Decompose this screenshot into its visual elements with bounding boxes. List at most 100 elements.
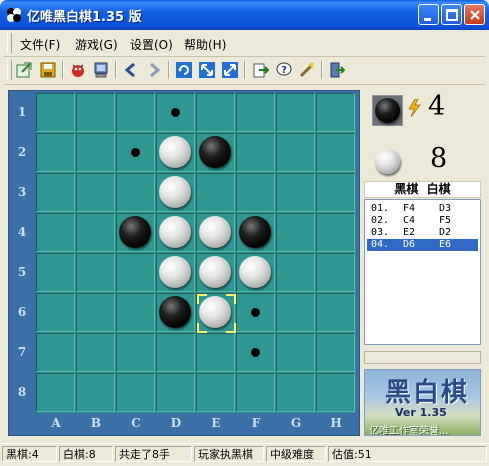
toolbar-separator <box>168 61 170 79</box>
black-piece <box>159 296 191 328</box>
board-cell[interactable] <box>316 333 355 372</box>
title-bar[interactable]: 亿唯黑白棋1.35 版 <box>0 0 489 30</box>
board-cell[interactable] <box>316 293 355 332</box>
turn-indicator-icon <box>408 99 421 117</box>
board-cell[interactable] <box>116 333 155 372</box>
board-cell[interactable] <box>196 93 235 132</box>
move-list-item[interactable]: 02. C4 F5 <box>367 215 478 227</box>
board-cell[interactable] <box>236 373 275 412</box>
menu-help[interactable]: 帮助(H) <box>184 36 226 53</box>
board-cell[interactable] <box>236 93 275 132</box>
board-cell[interactable] <box>76 333 115 372</box>
status-bar: 黑棋:4 白棋:8 共走了8手 玩家执黑棋 中级难度 估值:51 <box>0 443 489 466</box>
white-piece-icon <box>375 149 400 174</box>
row-label: 5 <box>17 265 27 279</box>
board-cell[interactable] <box>316 253 355 292</box>
board-cell[interactable] <box>116 173 155 212</box>
board-cell[interactable] <box>276 253 315 292</box>
legal-move-hint[interactable] <box>251 348 260 357</box>
legal-move-hint[interactable] <box>131 148 140 157</box>
menu-file[interactable]: 文件(F) <box>20 36 60 53</box>
board-cell[interactable] <box>276 213 315 252</box>
board-cell[interactable] <box>36 293 75 332</box>
board-cell[interactable] <box>156 373 195 412</box>
board-cell[interactable] <box>236 133 275 172</box>
row-label: 1 <box>17 105 27 119</box>
row-label: 2 <box>17 145 27 159</box>
toolbar-separator <box>244 61 246 79</box>
undo-button[interactable] <box>120 60 142 80</box>
toolbar-separator <box>321 61 323 79</box>
board-cell[interactable] <box>156 333 195 372</box>
tools-button[interactable] <box>296 60 318 80</box>
move-list-item[interactable]: 04. D6 E6 <box>367 239 478 251</box>
move-list-item[interactable]: 03. E2 D2 <box>367 227 478 239</box>
close-button[interactable] <box>464 4 485 25</box>
board-cell[interactable] <box>36 133 75 172</box>
board-cell[interactable] <box>76 133 115 172</box>
board-cell[interactable] <box>76 253 115 292</box>
refresh-button[interactable] <box>173 60 195 80</box>
board-cell[interactable] <box>196 333 235 372</box>
board-cell[interactable] <box>76 213 115 252</box>
board-cell[interactable] <box>316 133 355 172</box>
board-cell[interactable] <box>276 173 315 212</box>
menu-game[interactable]: 游戏(G) <box>75 36 118 53</box>
board-cell[interactable] <box>76 173 115 212</box>
export-button[interactable] <box>250 60 272 80</box>
menu-settings[interactable]: 设置(O) <box>130 36 173 53</box>
board-cell[interactable] <box>76 293 115 332</box>
board-cell[interactable] <box>116 93 155 132</box>
legal-move-hint[interactable] <box>251 308 260 317</box>
move-list[interactable]: 01. F4 D3 02. C4 F5 03. E2 D2 04. D6 E6 <box>364 199 481 345</box>
exit-button[interactable] <box>326 60 348 80</box>
last-move-marker <box>226 294 236 304</box>
computer-button[interactable] <box>90 60 112 80</box>
board-cell[interactable] <box>36 93 75 132</box>
board-cell[interactable] <box>196 373 235 412</box>
board-cell[interactable] <box>316 93 355 132</box>
board-cell[interactable] <box>36 373 75 412</box>
white-piece <box>239 256 271 288</box>
board-cell[interactable] <box>236 173 275 212</box>
minimize-button[interactable] <box>418 4 439 25</box>
board-cell[interactable] <box>276 133 315 172</box>
legal-move-hint[interactable] <box>171 108 180 117</box>
maximize-button[interactable] <box>441 4 462 25</box>
status-player-side: 玩家执黑棋 <box>194 446 264 462</box>
move-list-item[interactable]: 01. F4 D3 <box>367 203 478 215</box>
resize-alt-button[interactable] <box>219 60 241 80</box>
board-cell[interactable] <box>36 213 75 252</box>
toolbar: ? <box>4 57 485 85</box>
board-cell[interactable] <box>316 373 355 412</box>
move-list-header: 黑棋 白棋 <box>364 181 481 198</box>
move-white: F5 <box>439 215 452 226</box>
column-label: G <box>290 416 302 430</box>
board-cell[interactable] <box>36 173 75 212</box>
black-score: 4 <box>428 91 446 122</box>
toolbar-separator <box>62 61 64 79</box>
board-cell[interactable] <box>76 373 115 412</box>
board-cell[interactable] <box>196 173 235 212</box>
black-score-box <box>372 95 403 126</box>
board-cell[interactable] <box>276 333 315 372</box>
save-button[interactable] <box>37 60 59 80</box>
board-cell[interactable] <box>36 253 75 292</box>
board-cell[interactable] <box>116 293 155 332</box>
board-cell[interactable] <box>36 333 75 372</box>
resize-button[interactable] <box>196 60 218 80</box>
board-cell[interactable] <box>276 373 315 412</box>
row-label: 6 <box>17 305 27 319</box>
board-cell[interactable] <box>316 213 355 252</box>
board-cell[interactable] <box>116 253 155 292</box>
new-game-button[interactable] <box>13 60 35 80</box>
board-cell[interactable] <box>316 173 355 212</box>
board-cell[interactable] <box>276 93 315 132</box>
board-cell[interactable] <box>276 293 315 332</box>
bug-button[interactable] <box>67 60 89 80</box>
redo-button[interactable] <box>143 60 165 80</box>
help-button[interactable]: ? <box>273 60 295 80</box>
board-cell[interactable] <box>76 93 115 132</box>
white-piece <box>159 256 191 288</box>
board-cell[interactable] <box>116 373 155 412</box>
